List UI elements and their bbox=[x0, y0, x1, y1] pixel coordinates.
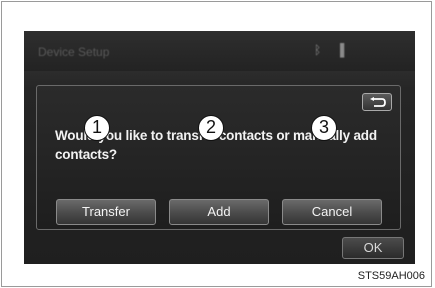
transfer-contacts-dialog: Would you like to transfer contacts or m… bbox=[36, 85, 401, 230]
back-button[interactable] bbox=[362, 93, 392, 111]
ok-button[interactable]: OK bbox=[342, 237, 404, 259]
screen-title: Device Setup bbox=[38, 45, 110, 59]
signal-icon: ▌ bbox=[340, 43, 349, 57]
figure-code: STS59AH006 bbox=[357, 270, 425, 282]
callout-2: 2 bbox=[198, 115, 224, 141]
transfer-button[interactable]: Transfer bbox=[56, 199, 156, 225]
top-bar: Device Setup ᛒ ▌ bbox=[24, 31, 415, 71]
cancel-button[interactable]: Cancel bbox=[282, 199, 382, 225]
bluetooth-icon: ᛒ bbox=[314, 43, 322, 57]
back-arrow-icon bbox=[370, 97, 386, 107]
figure-frame: Device Setup ᛒ ▌ Would you like to trans… bbox=[1, 1, 432, 287]
callout-3: 3 bbox=[311, 115, 337, 141]
callout-1: 1 bbox=[84, 115, 110, 141]
head-unit-screen: Device Setup ᛒ ▌ Would you like to trans… bbox=[24, 31, 415, 264]
add-button[interactable]: Add bbox=[169, 199, 269, 225]
